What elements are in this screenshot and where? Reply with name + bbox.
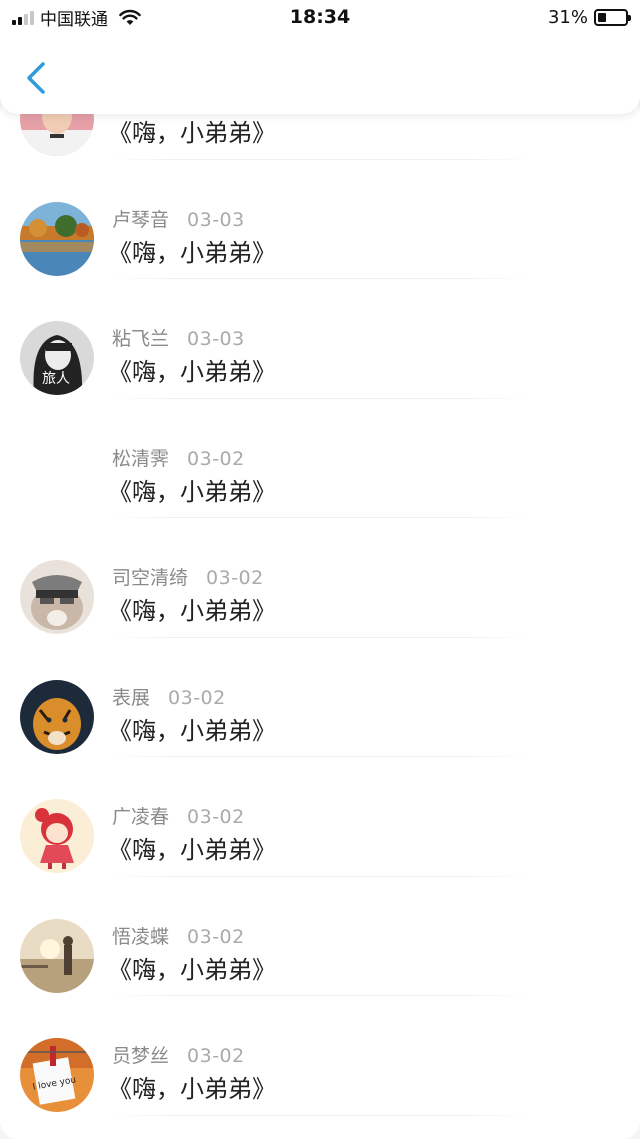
comment-text: 《嗨，小弟弟》 [108,477,276,506]
comment-item[interactable]: 广凌春 03-02 《嗨，小弟弟》 [0,757,640,877]
blank-avatar[interactable] [20,440,94,515]
commenter-name[interactable]: 粘飞兰 [112,324,169,351]
comment-meta: 员梦丝 03-02 [112,1041,245,1068]
comment-date: 03-03 [187,208,245,231]
comment-item[interactable]: 卢琴音 03-03 《嗨，小弟弟》 [0,160,640,279]
svg-text:旅人: 旅人 [42,371,70,387]
comment-text: 《嗨，小弟弟》 [108,955,276,984]
cartoon-girl-avatar[interactable] [20,799,94,873]
battery-percent: 31% [547,6,588,28]
comment-text: 《嗨，小弟弟》 [108,597,276,625]
comment-date: 03-03 [187,328,245,350]
comment-text: 《嗨，小弟弟》 [108,238,276,267]
comment-meta: 悟凌蝶 03-02 [112,922,245,949]
comment-item[interactable]: 表展 03-02 《嗨，小弟弟》 [0,638,640,757]
comment-meta: 松清霁 03-02 [112,444,245,471]
comment-meta: 粘飞兰 03-03 [112,324,245,351]
battery-icon [594,8,631,26]
commenter-name[interactable]: 悟凌蝶 [112,922,169,949]
battery-level [598,12,607,22]
tiger-avatar-image [20,679,94,754]
cartoon-girl-avatar-image [20,799,94,873]
blank-avatar-image [20,440,94,515]
comment-list[interactable]: 南荆不煞03-03《嗨，小弟弟》 卢琴音03-03《嗨，小弟弟》 旅人 粘飞兰0… [0,96,640,1139]
clock: 18:34 [289,6,351,28]
comment-item[interactable]: 旅人 粘飞兰 03-03 《嗨，小弟弟》 [0,279,640,399]
comment-date: 03-02 [187,1045,245,1067]
bw-girl-avatar[interactable]: 旅人 [20,321,94,395]
chevron-left-icon [27,62,45,94]
dog-avatar[interactable] [20,560,94,634]
screen: 中国联通 18:34 31% 南荆不煞03-03《嗨，小弟弟》 卢琴音 [0,0,640,1139]
comment-meta: 广凌春 03-02 [112,802,245,829]
commenter-name[interactable]: 广凌春 [112,802,169,829]
comment-item[interactable]: 悟凌蝶 03-02 《嗨，小弟弟》 [0,877,640,996]
back-button[interactable] [18,58,54,98]
sunset-avatar[interactable] [20,918,94,993]
autumn-lake-avatar[interactable] [20,201,94,276]
comment-date: 03-02 [187,806,245,828]
sunset-avatar-image [20,918,94,993]
comment-item[interactable]: 松清霁 03-02 《嗨，小弟弟》 [0,399,640,518]
autumn-lake-avatar-image [20,201,94,276]
divider [110,1114,530,1116]
comment-meta: 司空清绮 03-02 [112,563,264,590]
comment-meta: 表展 03-02 [112,683,226,710]
comment-item[interactable]: 司空清绮 03-02 《嗨，小弟弟》 [0,518,640,638]
comment-text: 《嗨，小弟弟》 [108,1075,276,1103]
comment-item[interactable]: I love you 员梦丝 03-02 《嗨，小弟弟》 [0,996,640,1116]
love-note-avatar-image: I love you [20,1038,94,1112]
commenter-name[interactable]: 表展 [112,683,150,710]
commenter-name[interactable]: 松清霁 [112,444,169,471]
love-note-avatar[interactable]: I love you [20,1038,94,1112]
comment-date: 03-02 [206,567,264,589]
wifi-icon [119,9,141,25]
commenter-name[interactable]: 司空清绮 [112,563,188,590]
comment-meta: 卢琴音 03-03 [112,205,245,232]
dog-avatar-image [20,560,94,634]
bw-girl-avatar-image: 旅人 [20,321,94,395]
carrier-name: 中国联通 [40,9,108,30]
commenter-name[interactable]: 卢琴音 [112,205,169,232]
comment-text: 《嗨，小弟弟》 [108,119,276,147]
comment-text: 《嗨，小弟弟》 [108,836,276,864]
comment-date: 03-02 [187,925,245,948]
commenter-name[interactable]: 员梦丝 [112,1041,169,1068]
comment-text: 《嗨，小弟弟》 [108,716,276,745]
tiger-avatar[interactable] [20,679,94,754]
comment-date: 03-02 [187,447,245,470]
comment-date: 03-02 [168,686,226,709]
status-bar: 中国联通 18:34 31% [0,0,640,34]
signal-icon [12,9,34,25]
comment-text: 《嗨，小弟弟》 [108,358,276,386]
